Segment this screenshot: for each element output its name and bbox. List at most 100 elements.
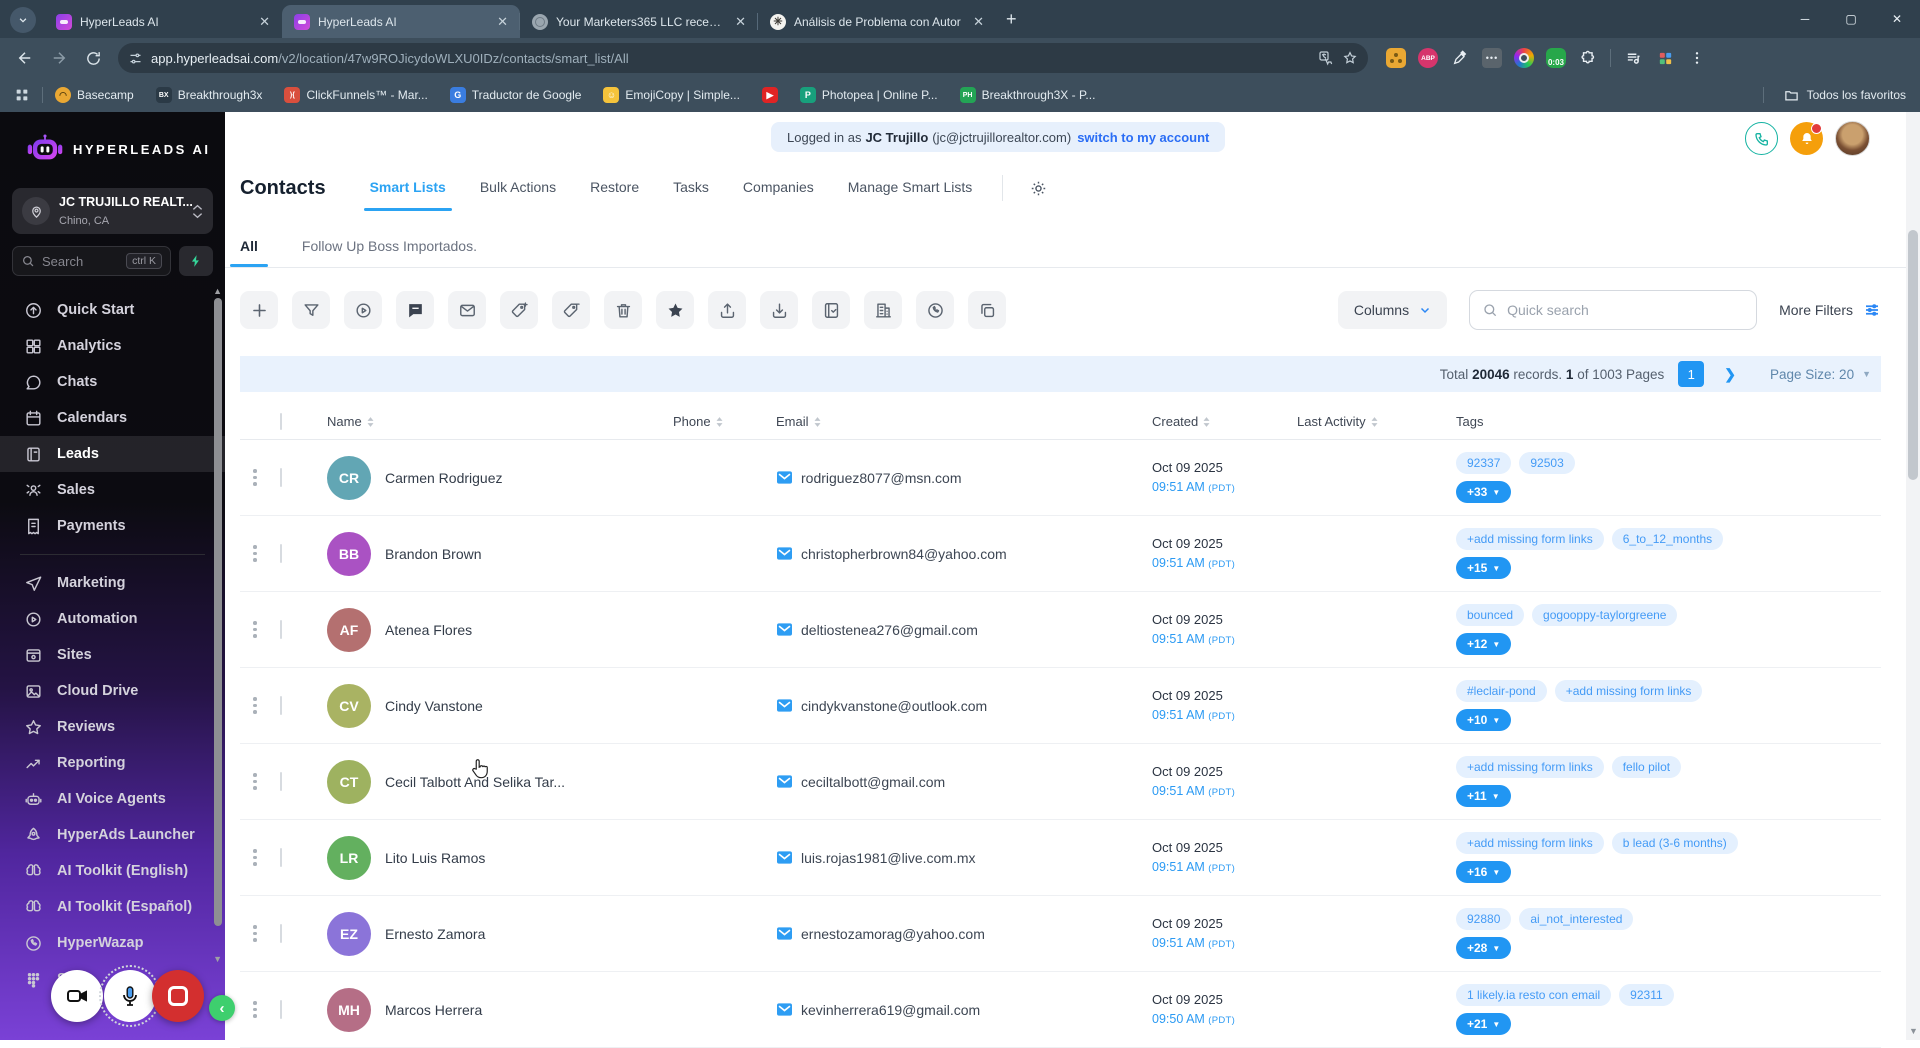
- sidebar-item-reporting[interactable]: Reporting: [0, 745, 225, 781]
- column-header-name[interactable]: Name: [315, 414, 673, 429]
- row-menu-kebab[interactable]: [240, 849, 270, 866]
- more-filters-button[interactable]: More Filters: [1779, 301, 1881, 319]
- tag-pill[interactable]: +add missing form links: [1456, 528, 1604, 550]
- colorpicker-extension-icon[interactable]: [1514, 48, 1534, 68]
- row-checkbox[interactable]: [280, 695, 282, 715]
- sidebar-item-quick-start[interactable]: Quick Start: [0, 292, 225, 328]
- more-tags-button[interactable]: +28 ▼: [1456, 937, 1512, 959]
- tag-pill[interactable]: #leclair-pond: [1456, 680, 1547, 702]
- scroll-up-icon[interactable]: ▲: [213, 286, 222, 296]
- contact-email[interactable]: rodriguez8077@msn.com: [801, 470, 962, 486]
- subtab-follow-up-boss-importados-[interactable]: Follow Up Boss Importados.: [302, 238, 477, 254]
- address-bar[interactable]: app.hyperleadsai.com/v2/location/47w9ROJ…: [118, 43, 1368, 73]
- recorder-stop-button[interactable]: [152, 970, 204, 1022]
- close-button[interactable]: ✕: [1874, 0, 1920, 38]
- chat-button[interactable]: [396, 291, 434, 329]
- bookmark-item[interactable]: G Traductor de Google: [449, 87, 581, 103]
- minimize-button[interactable]: ─: [1782, 0, 1828, 38]
- row-menu-kebab[interactable]: [240, 773, 270, 790]
- contact-verify-button[interactable]: [812, 291, 850, 329]
- contact-email[interactable]: kevinherrera619@gmail.com: [801, 1002, 980, 1018]
- browser-tab[interactable]: ✳ Análisis de Problema con Autor ✕: [757, 5, 996, 38]
- sidebar-item-marketing[interactable]: Marketing: [0, 565, 225, 601]
- row-menu-kebab[interactable]: [240, 925, 270, 942]
- more-tags-button[interactable]: +11 ▼: [1456, 785, 1511, 807]
- reload-button[interactable]: [78, 43, 108, 73]
- back-button[interactable]: [10, 43, 40, 73]
- column-header-created[interactable]: Created: [1140, 414, 1287, 429]
- contact-name[interactable]: Lito Luis Ramos: [385, 850, 485, 866]
- add-contact-button[interactable]: [240, 291, 278, 329]
- sidebar-search-input[interactable]: Search ctrl K: [12, 246, 171, 276]
- row-menu-kebab[interactable]: [240, 621, 270, 638]
- sidebar-item-ai-toolkit-english-[interactable]: AI Toolkit (English): [0, 853, 225, 889]
- select-all-checkbox[interactable]: [280, 413, 282, 430]
- sort-icon[interactable]: [1370, 416, 1379, 428]
- sidebar-item-sites[interactable]: Sites: [0, 637, 225, 673]
- bookmark-item[interactable]: ◠ Basecamp: [55, 87, 134, 103]
- more-tags-button[interactable]: +15 ▼: [1456, 557, 1512, 579]
- sort-icon[interactable]: [813, 416, 822, 428]
- tab-close-icon[interactable]: ✕: [255, 14, 274, 30]
- tab-close-icon[interactable]: ✕: [731, 14, 750, 30]
- translate-icon[interactable]: [1318, 50, 1334, 66]
- quick-actions-button[interactable]: [179, 246, 213, 276]
- sidebar-item-hyperwazap[interactable]: HyperWazap: [0, 925, 225, 961]
- playlist-icon[interactable]: [1623, 48, 1643, 68]
- location-switcher[interactable]: JC TRUJILLO REALT... Chino, CA: [12, 188, 213, 234]
- sidebar-item-cloud-drive[interactable]: Cloud Drive: [0, 673, 225, 709]
- page-size-select[interactable]: Page Size: 20 ▼: [1770, 367, 1871, 382]
- call-button[interactable]: [916, 291, 954, 329]
- tag-pill[interactable]: b lead (3-6 months): [1611, 832, 1738, 854]
- column-header-phone[interactable]: Phone: [673, 414, 768, 429]
- bookmark-item[interactable]: P Photopea | Online P...: [799, 87, 938, 103]
- adblock-extension-icon[interactable]: ABP: [1418, 48, 1438, 68]
- row-menu-kebab[interactable]: [240, 1001, 270, 1018]
- scrollbar-thumb[interactable]: [1908, 230, 1918, 480]
- columns-button[interactable]: Columns: [1337, 291, 1448, 329]
- new-tab-button[interactable]: +: [1006, 9, 1017, 30]
- eyedropper-extension-icon[interactable]: [1450, 48, 1470, 68]
- star-button[interactable]: [656, 291, 694, 329]
- tag-pill[interactable]: 1 likely.ia resto con email: [1456, 984, 1612, 1006]
- basecamp-extension-icon[interactable]: [1386, 48, 1406, 68]
- recorder-collapse-button[interactable]: ‹: [209, 995, 235, 1021]
- remove-tag-button[interactable]: [552, 291, 590, 329]
- contact-email[interactable]: ernestozamorag@yahoo.com: [801, 926, 985, 942]
- filter-button[interactable]: [292, 291, 330, 329]
- bookmark-item[interactable]: BX Breakthrough3x: [155, 87, 262, 103]
- row-checkbox[interactable]: [280, 847, 282, 867]
- browser-menu-icon[interactable]: [1687, 48, 1707, 68]
- apps-grid-icon[interactable]: [14, 87, 30, 103]
- next-page-button[interactable]: ❯: [1724, 366, 1736, 383]
- sort-icon[interactable]: [366, 416, 375, 428]
- tab-manage-smart-lists[interactable]: Manage Smart Lists: [848, 179, 973, 197]
- subtab-all[interactable]: All: [230, 238, 268, 267]
- tag-pill[interactable]: 6_to_12_months: [1611, 528, 1724, 550]
- page-scrollbar[interactable]: ▼: [1906, 112, 1920, 1040]
- sidebar-item-ai-voice-agents[interactable]: AI Voice Agents: [0, 781, 225, 817]
- tag-pill[interactable]: 92337: [1456, 452, 1512, 474]
- contact-name[interactable]: Cindy Vanstone: [385, 698, 483, 714]
- tag-pill[interactable]: 92880: [1456, 908, 1512, 930]
- sort-icon[interactable]: [715, 416, 724, 428]
- notifications-button[interactable]: [1790, 122, 1823, 155]
- contact-name[interactable]: Atenea Flores: [385, 622, 472, 638]
- sidebar-item-payments[interactable]: Payments: [0, 508, 225, 544]
- sort-icon[interactable]: [1202, 416, 1211, 428]
- contact-name[interactable]: Brandon Brown: [385, 546, 482, 562]
- sidebar-item-ai-toolkit-espa-ol-[interactable]: AI Toolkit (Español): [0, 889, 225, 925]
- bookmark-star-icon[interactable]: [1342, 50, 1358, 66]
- maximize-button[interactable]: ▢: [1828, 0, 1874, 38]
- row-checkbox[interactable]: [280, 771, 282, 791]
- contact-email[interactable]: cindykvanstone@outlook.com: [801, 698, 987, 714]
- row-checkbox[interactable]: [280, 467, 282, 487]
- contact-name[interactable]: Marcos Herrera: [385, 1002, 482, 1018]
- sidebar-item-reviews[interactable]: Reviews: [0, 709, 225, 745]
- row-menu-kebab[interactable]: [240, 545, 270, 562]
- delete-button[interactable]: [604, 291, 642, 329]
- site-settings-icon[interactable]: [128, 51, 143, 66]
- user-avatar[interactable]: [1835, 121, 1870, 156]
- tag-pill[interactable]: 92503: [1519, 452, 1575, 474]
- contact-email[interactable]: ceciltalbott@gmail.com: [801, 774, 945, 790]
